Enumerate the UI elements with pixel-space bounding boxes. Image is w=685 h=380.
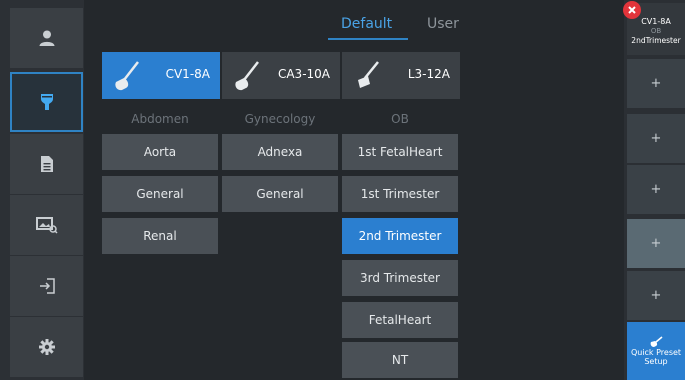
- user-icon: [39, 30, 54, 46]
- quick-preset-slot-add[interactable]: +: [627, 219, 685, 268]
- sidebar-item-patient[interactable]: [10, 8, 83, 68]
- probe-label: L3-12A: [407, 67, 450, 81]
- preset-aorta[interactable]: Aorta: [102, 134, 218, 170]
- exit-icon: [39, 278, 55, 294]
- quick-preset-probe: CV1-8A: [641, 16, 671, 26]
- sidebar-item-review[interactable]: [10, 195, 83, 255]
- quick-preset-name: 2ndTrimester: [631, 35, 681, 45]
- probe-icon: [115, 61, 139, 91]
- probe-icon: [358, 61, 379, 88]
- quick-preset-slot-add[interactable]: +: [627, 114, 685, 163]
- probe-label: CA3-10A: [277, 67, 330, 81]
- preset-gynecology-general[interactable]: General: [222, 176, 338, 212]
- preset-nt[interactable]: NT: [342, 342, 458, 378]
- quick-preset-setup-label: Quick Preset Setup: [630, 348, 682, 366]
- close-icon[interactable]: [623, 1, 641, 19]
- probe-wrench-icon: [650, 336, 663, 347]
- quick-preset-panel: CV1-8A OB 2ndTrimester + + + + + Quick P…: [623, 0, 685, 380]
- preset-renal[interactable]: Renal: [102, 218, 218, 254]
- preset-3rd-trimester[interactable]: 3rd Trimester: [342, 260, 458, 296]
- preset-1st-fetalheart[interactable]: 1st FetalHeart: [342, 134, 458, 170]
- tab-default[interactable]: Default: [341, 15, 392, 37]
- probe-button-ca3-10a[interactable]: CA3-10A: [222, 52, 340, 99]
- quick-preset-slot-add[interactable]: +: [627, 271, 685, 320]
- preset-tabs: Default User: [84, 15, 624, 39]
- sidebar-item-report[interactable]: [10, 134, 83, 194]
- sidebar-item-exit[interactable]: [10, 256, 83, 316]
- preset-1st-trimester[interactable]: 1st Trimester: [342, 176, 458, 212]
- document-icon: [40, 156, 53, 172]
- preset-fetalheart[interactable]: FetalHeart: [342, 302, 458, 338]
- active-tab-indicator: [328, 38, 408, 40]
- probe-icon: [235, 61, 259, 91]
- quick-preset-slot-add[interactable]: +: [627, 59, 685, 108]
- category-ob: OB: [391, 112, 409, 126]
- preset-abdomen-general[interactable]: General: [102, 176, 218, 212]
- gear-icon: [38, 339, 55, 355]
- quick-preset-slot-add[interactable]: +: [627, 165, 685, 214]
- preset-2nd-trimester[interactable]: 2nd Trimester: [342, 218, 458, 254]
- quick-preset-setup-button[interactable]: Quick Preset Setup: [627, 322, 685, 380]
- preset-adnexa[interactable]: Adnexa: [222, 134, 338, 170]
- probe-button-cv1-8a[interactable]: CV1-8A: [102, 52, 220, 99]
- category-abdomen: Abdomen: [131, 112, 189, 126]
- probe-icon: [40, 94, 53, 110]
- sidebar-item-probe[interactable]: [10, 72, 83, 132]
- sidebar-item-settings[interactable]: [10, 317, 83, 377]
- left-sidebar: [0, 0, 84, 380]
- image-search-icon: [35, 217, 58, 234]
- tab-user[interactable]: User: [427, 15, 459, 37]
- probe-button-l3-12a[interactable]: L3-12A: [342, 52, 460, 99]
- quick-preset-category: OB: [650, 26, 662, 35]
- quick-preset-slot-active[interactable]: CV1-8A OB 2ndTrimester: [623, 1, 685, 55]
- preset-main-panel: Default User CV1-8A CA3-10A L3-12A Abdom…: [84, 0, 624, 380]
- probe-label: CV1-8A: [165, 67, 210, 81]
- category-gynecology: Gynecology: [244, 112, 316, 126]
